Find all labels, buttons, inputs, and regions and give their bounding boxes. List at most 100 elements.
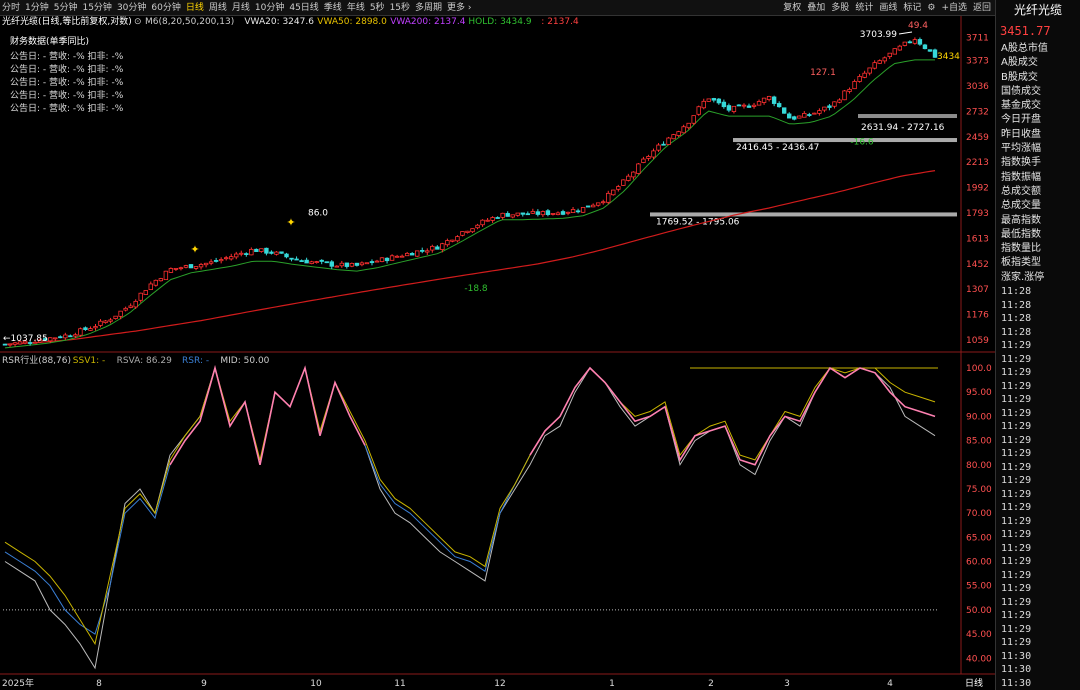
rsr-y-tick-label: 95.00 bbox=[966, 388, 992, 398]
candle-body bbox=[430, 245, 435, 251]
sidebar-item-list: A股总市值 A股成交 B股成交 国债成交 基金成交 今日开盘 昨日收盘 平均涨幅 指数换手 指数振… bbox=[996, 42, 1080, 285]
candle-body bbox=[666, 137, 671, 145]
candle-body bbox=[234, 253, 239, 258]
candle-body bbox=[269, 251, 274, 254]
sidebar-item[interactable]: 涨家.涨停 bbox=[996, 271, 1080, 285]
candle-body bbox=[897, 45, 903, 51]
candle-body bbox=[621, 179, 626, 186]
candle-body bbox=[505, 213, 510, 217]
x-tick-label: 11 bbox=[394, 679, 405, 689]
x-tick-label: 12 bbox=[494, 679, 505, 689]
candle-body bbox=[420, 249, 425, 252]
sidebar-item[interactable]: 昨日收盘 bbox=[996, 128, 1080, 142]
candle-body bbox=[872, 62, 877, 69]
legend-item: : 2137.4 bbox=[541, 17, 579, 27]
candle-body bbox=[103, 320, 108, 324]
dip-label: -16.6 bbox=[850, 138, 874, 148]
candle-body bbox=[862, 72, 867, 78]
x-tick-label: 10 bbox=[310, 679, 322, 689]
candle-body bbox=[53, 337, 58, 340]
candle-body bbox=[802, 113, 807, 118]
financial-row: 公告日: - 营收: -% 扣非: -% bbox=[10, 89, 124, 101]
financial-row: 公告日: - 营收: -% 扣非: -% bbox=[10, 102, 124, 114]
financial-row: 公告日: - 营收: -% 扣非: -% bbox=[10, 76, 124, 88]
sidebar-time-row: 11:29 bbox=[1001, 610, 1032, 622]
main-y-tick-label: 1059 bbox=[966, 336, 989, 346]
candle-body bbox=[545, 210, 551, 215]
main-y-tick-label: 2213 bbox=[966, 158, 989, 168]
sidebar-item[interactable]: B股成交 bbox=[996, 71, 1080, 85]
candle-body bbox=[339, 262, 345, 267]
sidebar-time-row: 11:29 bbox=[1001, 502, 1032, 514]
sidebar-time-row: 11:28 bbox=[1001, 286, 1032, 298]
x-tick-label: 1 bbox=[609, 679, 615, 689]
candle-body bbox=[601, 201, 606, 204]
sidebar-item[interactable]: A股总市值 bbox=[996, 42, 1080, 56]
sidebar-time-row: 11:29 bbox=[1001, 475, 1032, 487]
sidebar-item[interactable]: 最高指数 bbox=[996, 214, 1080, 228]
candle-body bbox=[163, 270, 169, 281]
candle-body bbox=[661, 143, 666, 146]
candle-body bbox=[279, 251, 284, 254]
candle-body bbox=[425, 250, 430, 253]
sidebar-time-row: 11:28 bbox=[1001, 313, 1032, 325]
candle-body bbox=[746, 105, 752, 108]
sidebar-item[interactable]: 指数换手 bbox=[996, 156, 1080, 170]
candle-body bbox=[822, 106, 827, 111]
candle-body bbox=[812, 112, 817, 115]
candle-body bbox=[927, 49, 933, 52]
candle-body bbox=[2, 343, 8, 346]
rsr-y-tick-label: 40.00 bbox=[966, 654, 992, 664]
sidebar-item[interactable]: 指数量比 bbox=[996, 242, 1080, 256]
candle-body bbox=[827, 105, 832, 108]
candle-body bbox=[857, 76, 862, 82]
candle-body bbox=[354, 262, 360, 266]
candle-body bbox=[218, 259, 224, 262]
candle-body bbox=[48, 337, 53, 342]
candle-body bbox=[847, 88, 852, 92]
sidebar-time-row: 11:30 bbox=[1001, 677, 1032, 689]
sidebar-item[interactable]: A股成交 bbox=[996, 56, 1080, 70]
sidebar-item[interactable]: 指数振幅 bbox=[996, 171, 1080, 185]
sidebar-item[interactable]: 今日开盘 bbox=[996, 113, 1080, 127]
x-tick-label: 2025年 bbox=[2, 677, 34, 689]
candle-body bbox=[480, 219, 485, 226]
candle-body bbox=[364, 262, 370, 265]
candle-body bbox=[460, 231, 465, 236]
rsr-y-tick-label: 60.00 bbox=[966, 558, 992, 568]
candle-body bbox=[249, 248, 254, 256]
sidebar-item[interactable]: 基金成交 bbox=[996, 99, 1080, 113]
candle-body bbox=[751, 104, 757, 107]
candle-body bbox=[525, 213, 531, 216]
chart-canvas[interactable]: 光纤光缆(日线,等比前复权,对数) ⊙ M6(8,20,50,200,13) VWA2… bbox=[0, 0, 995, 690]
level-zone-label: 2416.45 - 2436.47 bbox=[736, 143, 819, 153]
candle-body bbox=[671, 134, 676, 140]
candle-body bbox=[726, 105, 732, 111]
candle-body bbox=[188, 264, 194, 269]
sidebar-item[interactable]: 平均涨幅 bbox=[996, 142, 1080, 156]
candle-body bbox=[148, 283, 153, 290]
candle-body bbox=[560, 211, 566, 215]
sidebar-item[interactable]: 总成交量 bbox=[996, 199, 1080, 213]
sidebar-item[interactable]: 国债成交 bbox=[996, 85, 1080, 99]
candle-body bbox=[515, 212, 520, 216]
high-pointer-line bbox=[898, 31, 913, 35]
candle-body bbox=[7, 343, 13, 346]
sidebar-item[interactable]: 总成交额 bbox=[996, 185, 1080, 199]
main-y-tick-label: 3373 bbox=[966, 57, 989, 67]
candle-body bbox=[470, 228, 475, 233]
candle-body bbox=[686, 122, 691, 129]
candle-body bbox=[324, 261, 329, 264]
sidebar-time-row: 11:29 bbox=[1001, 542, 1032, 554]
candle-body bbox=[118, 310, 123, 317]
sidebar-item[interactable]: 板指类型 bbox=[996, 256, 1080, 270]
candle-body bbox=[917, 39, 923, 45]
candle-body bbox=[198, 264, 204, 268]
candle-body bbox=[455, 236, 460, 242]
sidebar-time-row: 11:29 bbox=[1001, 515, 1032, 527]
candle-body bbox=[731, 105, 737, 113]
candle-body bbox=[73, 334, 78, 337]
sidebar-item[interactable]: 最低指数 bbox=[996, 228, 1080, 242]
rsr-y-tick-label: 75.00 bbox=[966, 485, 992, 495]
candle-body bbox=[681, 126, 686, 134]
